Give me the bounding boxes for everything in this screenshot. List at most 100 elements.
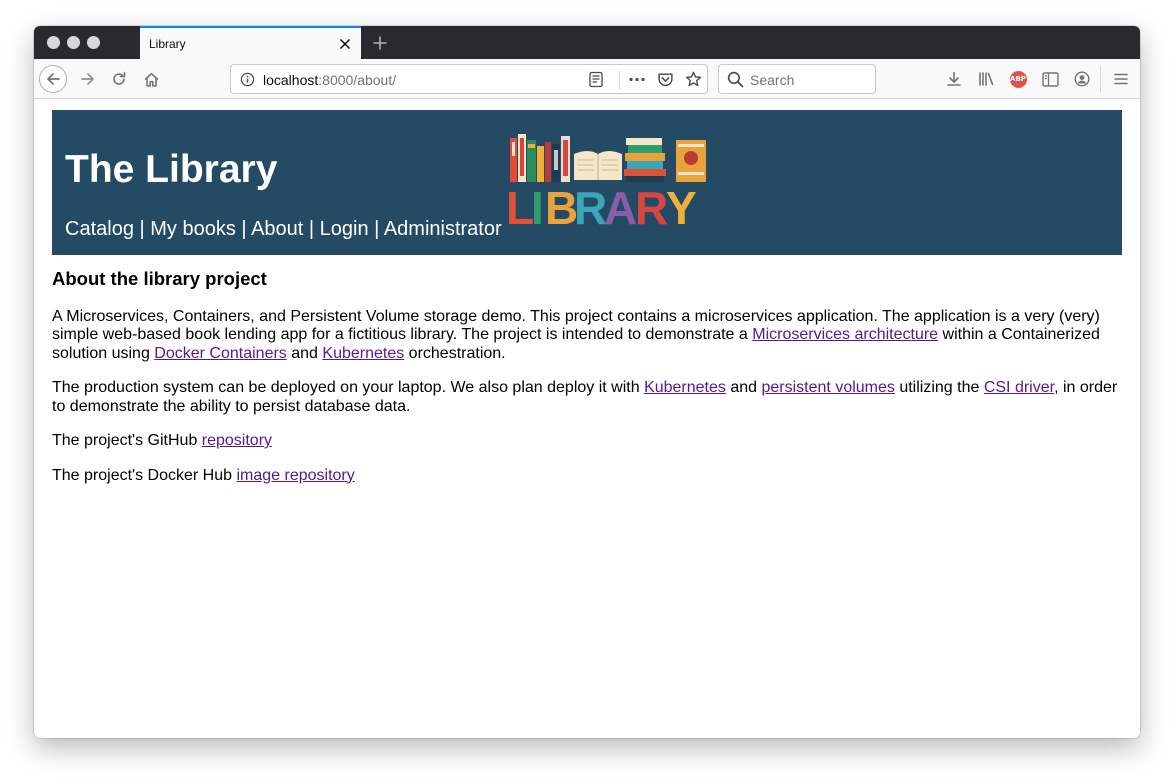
about-paragraph-1: A Microservices, Containers, and Persist…	[52, 308, 1122, 364]
persistent-volumes-link[interactable]: persistent volumes	[762, 379, 895, 396]
logo-stack-book	[625, 153, 665, 161]
dockerhub-paragraph: The project's Docker Hub image repositor…	[52, 467, 1122, 486]
logo-book	[678, 172, 704, 175]
logo-book	[528, 144, 535, 148]
url-bar[interactable]: localhost:8000/about/	[230, 64, 708, 94]
window-zoom-dot[interactable]	[87, 36, 100, 49]
new-tab-button[interactable]	[368, 31, 392, 55]
url-text[interactable]: localhost:8000/about/	[263, 72, 396, 88]
logo-book	[563, 140, 568, 176]
bookmark-star-icon[interactable]	[685, 71, 702, 93]
paragraph-text: utilizing the	[894, 379, 984, 396]
kubernetes-link[interactable]: Kubernetes	[322, 345, 404, 362]
nav-about-link[interactable]: About	[251, 218, 303, 240]
site-header: The Library Catalog | My books | About |…	[52, 110, 1122, 255]
account-button[interactable]	[1068, 65, 1096, 93]
logo-letter: Y	[666, 182, 697, 226]
nav-separator: |	[241, 218, 247, 240]
site-title: The Library	[65, 148, 278, 191]
paragraph-text: orchestration.	[404, 344, 506, 362]
docker-containers-link[interactable]: Docker Containers	[154, 345, 287, 362]
logo-stack-book	[628, 145, 662, 153]
forward-button[interactable]	[74, 65, 102, 93]
back-icon	[47, 73, 60, 85]
logo-letter: R	[574, 182, 607, 226]
paragraph-text: and	[725, 379, 762, 396]
nav-separator: |	[308, 218, 315, 240]
logo-letter: I	[531, 182, 544, 226]
reload-button[interactable]	[105, 65, 133, 93]
logo-letter: A	[604, 182, 637, 226]
nav-my-books-link[interactable]: My books	[150, 218, 236, 240]
kubernetes-link[interactable]: Kubernetes	[644, 379, 726, 396]
toolbar-divider	[1100, 66, 1101, 92]
info-icon[interactable]	[240, 72, 255, 92]
about-section: About the library project A Microservice…	[52, 268, 1122, 501]
logo-letter: L	[506, 182, 534, 226]
paragraph-text: and	[286, 344, 323, 362]
paragraph-text: The production system can be deployed on…	[52, 379, 645, 396]
plus-icon	[373, 36, 387, 50]
logo-book	[678, 144, 704, 147]
forward-icon	[81, 73, 94, 85]
pocket-icon[interactable]	[657, 71, 674, 93]
url-host: localhost	[263, 72, 319, 88]
csi-driver-link[interactable]: CSI driver	[984, 379, 1054, 396]
window-minimize-dot[interactable]	[67, 36, 80, 49]
logo-book	[545, 142, 551, 182]
home-icon	[144, 72, 158, 87]
downloads-button[interactable]	[940, 65, 968, 93]
reload-icon	[113, 71, 126, 85]
logo-letter: R	[635, 182, 668, 226]
window-close-dot[interactable]	[47, 36, 60, 49]
tab-title: Library	[149, 37, 186, 51]
library-icon	[978, 72, 993, 86]
url-path: :8000/about/	[318, 72, 397, 88]
search-icon	[727, 71, 744, 93]
nav-separator: |	[139, 218, 145, 240]
logo-book	[512, 142, 515, 156]
page-viewport: The Library Catalog | My books | About |…	[34, 100, 1140, 738]
logo-stack-book	[627, 161, 663, 169]
url-separator	[619, 71, 620, 89]
logo-book	[537, 146, 544, 182]
sidebar-button[interactable]	[1036, 65, 1064, 93]
home-button[interactable]	[137, 65, 165, 93]
adblock-plus-button[interactable]: ABP	[1004, 65, 1032, 93]
menu-button[interactable]	[1107, 65, 1135, 93]
docker-hub-image-repository-link[interactable]: image repository	[236, 467, 354, 484]
github-repository-link[interactable]: repository	[202, 432, 272, 449]
menu-icon	[1114, 73, 1128, 85]
logo-book	[554, 150, 558, 170]
nav-administrator-link[interactable]: Administrator	[384, 218, 502, 240]
account-icon	[1074, 71, 1090, 87]
logo-book-emblem	[684, 151, 698, 165]
more-actions-icon[interactable]	[628, 71, 646, 93]
sidebar-icon	[1041, 71, 1059, 87]
nav-separator: |	[374, 218, 380, 240]
logo-stack-book	[624, 169, 666, 176]
nav-login-link[interactable]: Login	[320, 218, 369, 240]
paragraph-text: The project's Docker Hub	[52, 466, 237, 484]
nav-toolbar: localhost:8000/about/ Search ABP	[34, 59, 1140, 99]
browser-window: Library localhost:8000/about/ Search ABP…	[34, 26, 1140, 738]
search-bar[interactable]: Search	[718, 64, 876, 94]
search-input[interactable]: Search	[750, 72, 794, 88]
library-button[interactable]	[972, 65, 1000, 93]
reader-view-icon[interactable]	[588, 71, 604, 93]
close-icon[interactable]	[335, 34, 355, 54]
page-heading: About the library project	[52, 268, 267, 289]
download-icon	[947, 71, 961, 86]
library-logo: L I B R A R Y	[506, 134, 706, 226]
about-paragraph-2: The production system can be deployed on…	[52, 379, 1122, 416]
tab-library[interactable]: Library	[140, 26, 361, 59]
site-nav: Catalog | My books | About | Login | Adm…	[65, 218, 502, 241]
tab-strip: Library	[34, 26, 1140, 59]
paragraph-text: The project's GitHub	[52, 432, 202, 449]
nav-catalog-link[interactable]: Catalog	[65, 218, 134, 240]
github-paragraph: The project's GitHub repository	[52, 432, 1122, 451]
back-button[interactable]	[39, 65, 67, 93]
adblock-plus-icon: ABP	[1009, 70, 1027, 88]
logo-stack-book	[626, 138, 662, 145]
microservices-architecture-link[interactable]: Microservices architecture	[752, 326, 938, 343]
